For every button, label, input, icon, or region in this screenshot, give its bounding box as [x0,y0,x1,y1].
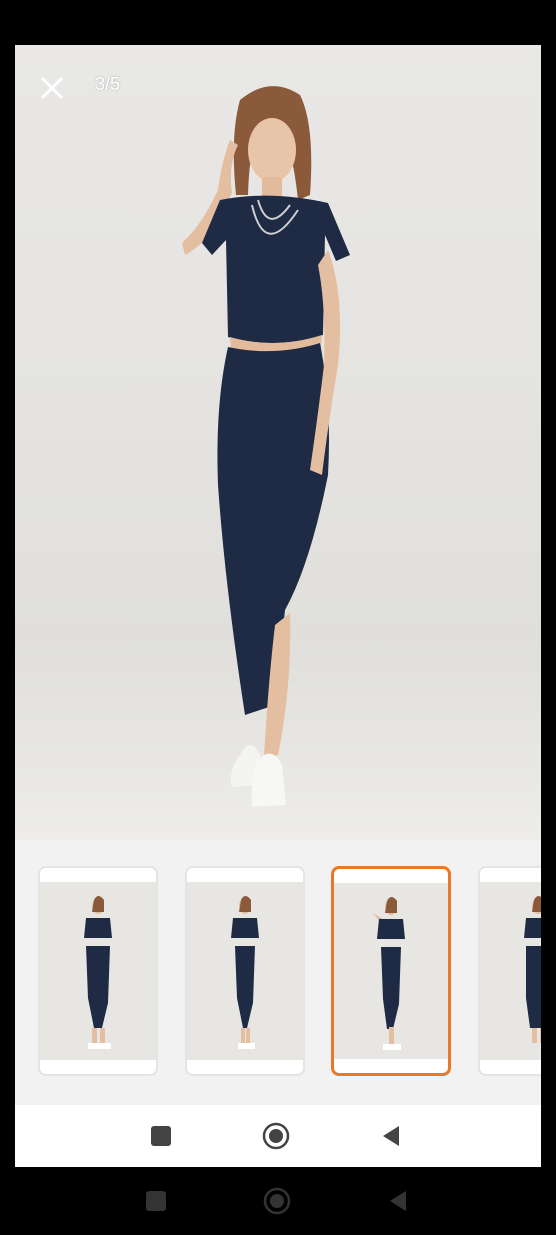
image-viewer-screen: 3/5 [15,45,541,1167]
thumbnail-4[interactable] [478,866,541,1076]
circle-icon [263,1187,291,1215]
image-counter: 3/5 [95,74,121,94]
thumbnail-1[interactable] [38,866,158,1076]
close-icon [41,77,63,99]
close-button[interactable] [37,73,67,103]
thumbnail-photo [373,897,405,1050]
recents-button[interactable] [147,1122,175,1150]
home-button[interactable] [262,1122,290,1150]
thumbnail-photo [524,896,541,1043]
square-icon [151,1126,171,1146]
navigation-bar [15,1105,541,1167]
system-back-button[interactable] [384,1187,412,1215]
system-recents-button[interactable] [142,1187,170,1215]
triangle-back-icon [390,1191,406,1211]
circle-icon [262,1122,290,1150]
thumbnail-3[interactable] [331,866,451,1076]
square-icon [146,1191,166,1211]
back-button[interactable] [377,1122,405,1150]
photo-viewer[interactable]: 3/5 [15,45,541,840]
system-home-button[interactable] [263,1187,291,1215]
thumbnail-photo [84,896,112,1049]
thumbnail-photo [231,896,259,1049]
thumbnail-2[interactable] [185,866,305,1076]
system-navigation-bar [0,1170,556,1235]
product-photo [182,86,350,807]
triangle-back-icon [383,1126,399,1146]
thumbnail-strip[interactable] [15,840,541,1105]
